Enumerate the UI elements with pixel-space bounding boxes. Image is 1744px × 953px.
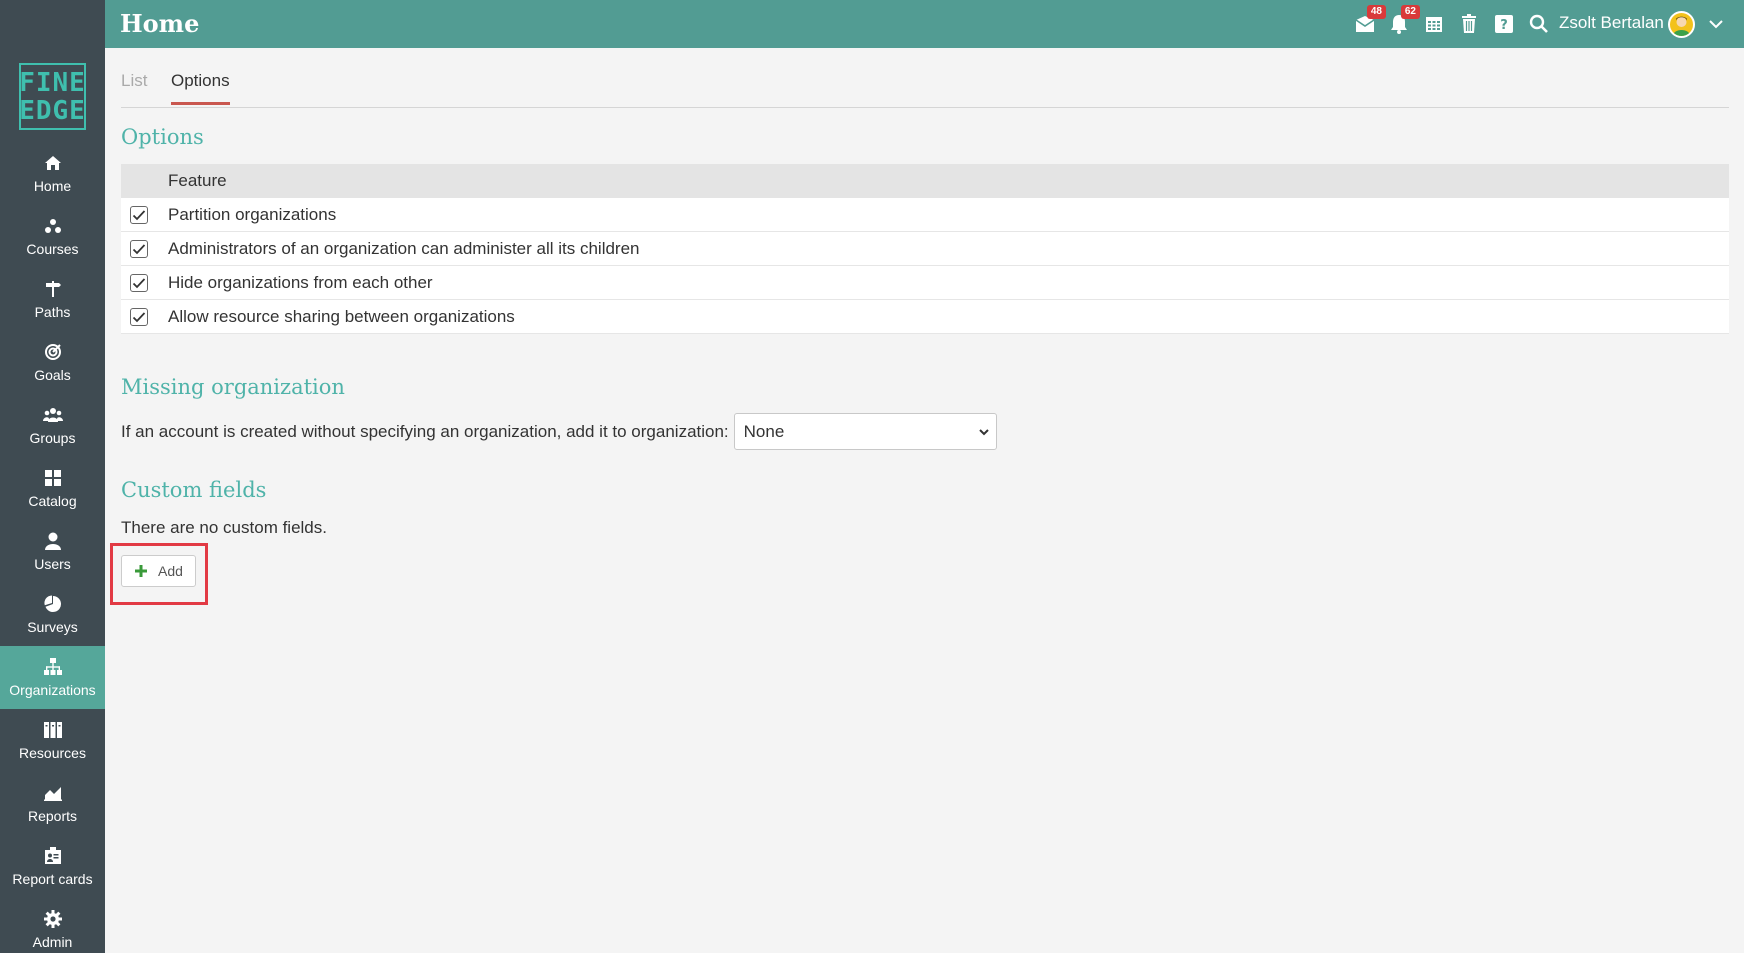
table-row: Allow resource sharing between organizat…	[121, 300, 1729, 334]
gear-icon	[43, 909, 63, 929]
row-label: Partition organizations	[168, 204, 337, 224]
sidebar-item-label: Organizations	[9, 682, 96, 698]
sidebar-item-organizations[interactable]: Organizations	[0, 646, 105, 709]
no-custom-fields-text: There are no custom fields.	[121, 518, 327, 537]
messages-icon[interactable]: 48	[1353, 5, 1386, 36]
logo-line-1: FINE	[19, 67, 86, 98]
sidebar-item-label: Admin	[32, 934, 73, 950]
tab-list[interactable]: List	[121, 71, 147, 91]
logo-line-2: EDGE	[19, 95, 86, 126]
sidebar-item-users[interactable]: Users	[0, 520, 105, 583]
tab-options[interactable]: Options	[171, 71, 230, 105]
sidebar-nav: Home Courses Paths Goals Groups Catalog …	[0, 142, 105, 953]
sidebar-item-label: Resources	[19, 745, 86, 761]
sidebar-item-catalog[interactable]: Catalog	[0, 457, 105, 520]
sidebar-item-label: Users	[34, 556, 71, 572]
custom-fields-title: Custom fields	[121, 478, 267, 502]
missing-organization-title: Missing organization	[121, 375, 345, 399]
groups-icon	[42, 405, 63, 425]
calendar-icon[interactable]	[1422, 12, 1446, 36]
reports-icon	[43, 783, 63, 803]
surveys-icon	[43, 594, 63, 614]
table-row: Administrators of an organization can ad…	[121, 232, 1729, 266]
catalog-icon	[43, 468, 63, 488]
sidebar-item-reports[interactable]: Reports	[0, 772, 105, 835]
sidebar-item-label: Groups	[29, 430, 76, 446]
sidebar-item-label: Surveys	[27, 619, 78, 635]
chevron-down-icon	[978, 428, 989, 435]
administer-children-checkbox[interactable]	[130, 239, 148, 258]
row-label: Administrators of an organization can ad…	[168, 238, 640, 258]
top-bar: Home 48 62 ? Zsolt Bertalan	[0, 0, 1744, 48]
organization-select-value: None	[743, 421, 785, 441]
row-label: Hide organizations from each other	[168, 272, 433, 292]
sidebar-item-label: Paths	[34, 304, 71, 320]
home-icon	[43, 153, 63, 173]
sidebar-item-admin[interactable]: Admin	[0, 898, 105, 953]
checkmark-icon	[132, 277, 146, 288]
row-label: Allow resource sharing between organizat…	[168, 306, 515, 326]
add-custom-field-button[interactable]: Add	[121, 555, 196, 587]
feature-column-header: Feature	[168, 171, 227, 190]
report-cards-icon	[43, 846, 63, 866]
search-icon[interactable]	[1527, 12, 1551, 36]
notifications-badge: 62	[1400, 5, 1420, 19]
options-title: Options	[121, 125, 204, 149]
user-name[interactable]: Zsolt Bertalan	[1559, 13, 1664, 33]
missing-organization-label: If an account is created without specify…	[121, 421, 729, 441]
courses-icon	[43, 216, 63, 236]
goals-icon	[43, 342, 63, 362]
plus-icon	[135, 565, 147, 577]
sidebar-item-resources[interactable]: Resources	[0, 709, 105, 772]
sidebar-item-home[interactable]: Home	[0, 142, 105, 205]
hide-organizations-checkbox[interactable]	[130, 273, 148, 292]
resource-sharing-checkbox[interactable]	[130, 307, 148, 326]
sidebar-item-label: Reports	[27, 808, 78, 824]
avatar[interactable]	[1668, 11, 1695, 38]
page-title: Home	[120, 9, 200, 38]
sidebar-item-courses[interactable]: Courses	[0, 205, 105, 268]
organization-select[interactable]: None	[733, 413, 997, 450]
bell-icon[interactable]: 62	[1387, 5, 1420, 36]
users-icon	[43, 531, 63, 551]
paths-icon	[43, 279, 63, 299]
messages-badge: 48	[1366, 5, 1386, 19]
checkmark-icon	[132, 311, 146, 322]
organizations-icon	[43, 657, 63, 677]
partition-organizations-checkbox[interactable]	[130, 205, 148, 224]
sidebar-item-label: Home	[33, 178, 72, 194]
sidebar-item-label: Catalog	[28, 493, 77, 509]
add-button-label: Add	[158, 563, 183, 579]
sidebar-item-paths[interactable]: Paths	[0, 268, 105, 331]
trash-icon[interactable]	[1457, 12, 1481, 36]
fine-edge-logo[interactable]: FINE EDGE	[19, 63, 86, 130]
sidebar: FINE EDGE Home Courses Paths Goals Group…	[0, 0, 105, 953]
table-row: Hide organizations from each other	[121, 266, 1729, 300]
sidebar-item-label: Goals	[34, 367, 71, 383]
svg-text:?: ?	[1500, 18, 1508, 33]
options-table: Feature Partition organizations Administ…	[121, 164, 1729, 334]
table-header: Feature	[121, 164, 1729, 198]
sidebar-item-label: Report cards	[12, 871, 93, 887]
resources-icon	[43, 720, 63, 740]
tabs: List Options	[121, 48, 1729, 108]
help-icon[interactable]: ?	[1492, 12, 1516, 36]
checkmark-icon	[132, 209, 146, 220]
sidebar-item-goals[interactable]: Goals	[0, 331, 105, 394]
table-row: Partition organizations	[121, 198, 1729, 232]
sidebar-item-label: Courses	[26, 241, 79, 257]
sidebar-item-groups[interactable]: Groups	[0, 394, 105, 457]
missing-organization-row: If an account is created without specify…	[121, 413, 997, 450]
checkmark-icon	[132, 243, 146, 254]
sidebar-item-report-cards[interactable]: Report cards	[0, 835, 105, 898]
chevron-down-icon[interactable]	[1706, 14, 1726, 34]
sidebar-item-surveys[interactable]: Surveys	[0, 583, 105, 646]
